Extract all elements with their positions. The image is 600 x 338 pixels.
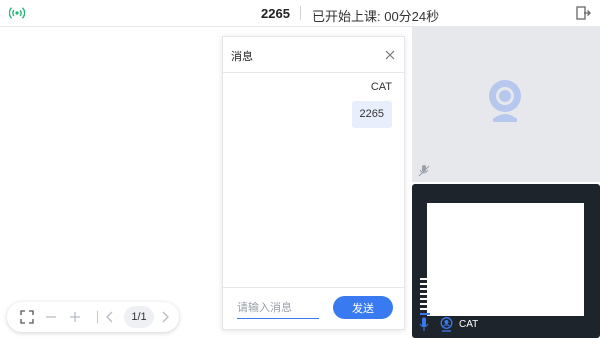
room-id: 2265	[261, 6, 290, 21]
volume-bar	[420, 283, 430, 285]
volume-bar	[420, 278, 430, 280]
camera-icon	[489, 80, 521, 122]
volume-bar	[420, 308, 430, 310]
video-stream	[427, 203, 584, 316]
teacher-video-tile	[412, 27, 600, 182]
volume-bar	[420, 288, 430, 290]
signal-icon	[9, 7, 25, 19]
volume-meter	[420, 278, 430, 315]
fullscreen-icon[interactable]	[19, 309, 35, 325]
zoom-in-icon[interactable]	[67, 309, 83, 325]
chat-panel: 消息 CAT 2265 发送	[222, 36, 405, 330]
participant-name: CAT	[459, 319, 479, 330]
prev-page-icon[interactable]	[102, 309, 118, 325]
board-toolbar: 1/1	[7, 302, 179, 332]
microphone-icon[interactable]	[419, 317, 429, 332]
header-divider	[300, 6, 301, 20]
class-status-timer: 已开始上课: 00分24秒	[312, 9, 440, 24]
volume-bar	[420, 303, 430, 305]
volume-bar	[420, 293, 430, 295]
next-page-icon[interactable]	[157, 309, 173, 325]
student-video-tile: CAT	[412, 184, 600, 338]
volume-bar	[420, 298, 430, 300]
chat-header: 消息	[223, 37, 404, 73]
toolbar-divider	[97, 311, 98, 323]
chat-footer: 发送	[223, 287, 404, 331]
top-bar: 2265 已开始上课: 00分24秒	[0, 0, 600, 27]
exit-icon[interactable]	[575, 5, 591, 21]
send-button[interactable]: 发送	[333, 296, 393, 319]
message-input[interactable]	[237, 297, 319, 319]
mic-off-icon	[418, 165, 430, 177]
message-sender: CAT	[370, 81, 392, 93]
close-icon[interactable]	[383, 48, 397, 62]
page-indicator: 1/1	[124, 306, 154, 328]
user-pin-icon	[440, 317, 453, 332]
chat-title: 消息	[231, 51, 253, 63]
message-bubble: 2265	[351, 101, 392, 128]
zoom-out-icon[interactable]	[43, 309, 59, 325]
volume-bar	[420, 313, 430, 315]
